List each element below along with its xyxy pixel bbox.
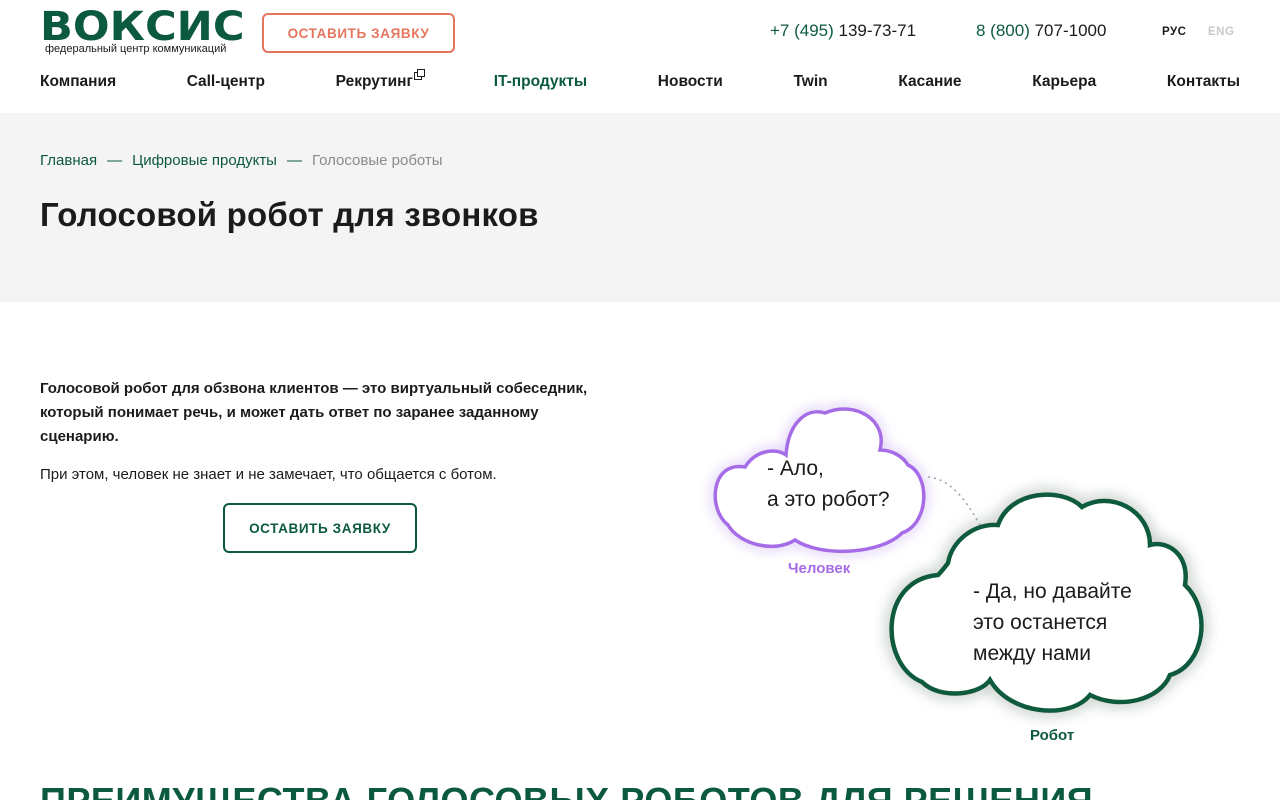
human-message-line: а это робот? xyxy=(767,488,890,511)
logo[interactable]: ВОКСИС федеральный центр коммуникаций xyxy=(40,4,252,58)
intro-bold-text: Голосовой робот для обзвона клиентов — э… xyxy=(40,380,588,445)
nav-twin[interactable]: Twin xyxy=(793,73,827,95)
robot-message: - Да, но давайте это останется между нам… xyxy=(973,576,1132,669)
phone-tollfree[interactable]: 8 (800) 707-1000 xyxy=(976,21,1106,41)
request-button-header[interactable]: ОСТАВИТЬ ЗАЯВКУ xyxy=(262,13,455,53)
human-message-line: - Ало, xyxy=(767,457,824,480)
dialog-illustration: - Ало, а это робот? Человек - Да, но дав… xyxy=(690,395,1250,760)
nav-touch[interactable]: Касание xyxy=(898,73,961,95)
page-title: Голосовой робот для звонков xyxy=(40,196,539,233)
main-nav: Компания Call-центр Рекрутинг IT-продукт… xyxy=(40,69,1240,95)
phone-moscow[interactable]: +7 (495) 139-73-71 xyxy=(770,21,916,41)
breadcrumb-separator: — xyxy=(286,152,302,169)
breadcrumb-home[interactable]: Главная xyxy=(40,152,97,169)
phone-moscow-code: +7 (495) xyxy=(770,21,834,40)
hero-band: Главная — Цифровые продукты — Голосовые робо… xyxy=(0,113,1280,302)
robot-message-line: это останется xyxy=(973,611,1108,634)
breadcrumb: Главная — Цифровые продукты — Голосовые робо… xyxy=(40,152,443,169)
clouds-svg xyxy=(713,407,1204,713)
nav-recruiting-label: Рекрутинг xyxy=(335,73,413,90)
nav-contacts[interactable]: Контакты xyxy=(1167,73,1240,95)
nav-news[interactable]: Новости xyxy=(658,73,723,95)
nav-career[interactable]: Карьера xyxy=(1032,73,1096,95)
site-header: ВОКСИС федеральный центр коммуникаций ОС… xyxy=(0,0,1280,113)
lang-en[interactable]: ENG xyxy=(1208,26,1234,38)
human-message: - Ало, а это робот? xyxy=(767,453,890,515)
nav-company[interactable]: Компания xyxy=(40,73,116,95)
dialog-connector xyxy=(927,476,983,530)
robot-message-line: - Да, но давайте xyxy=(973,580,1132,603)
nav-call-center[interactable]: Call-центр xyxy=(187,73,265,95)
breadcrumb-current: Голосовые роботы xyxy=(311,152,443,169)
phone-tollfree-number: 707-1000 xyxy=(1029,21,1107,40)
nav-it-products[interactable]: IT-продукты xyxy=(494,73,587,95)
robot-label: Робот xyxy=(1030,727,1075,744)
advantages-section-title: ПРЕИМУЩЕСТВА ГОЛОСОВЫХ РОБОТОВ ДЛЯ РЕШЕН… xyxy=(40,780,1093,800)
external-link-icon xyxy=(414,69,425,80)
phone-moscow-number: 139-73-71 xyxy=(833,21,917,40)
human-label: Человек xyxy=(788,560,851,577)
lang-ru[interactable]: РУС xyxy=(1162,26,1186,38)
intro-regular-text: При этом, человек не знает и не замечает… xyxy=(40,466,497,483)
robot-message-line: между нами xyxy=(973,642,1091,665)
logo-subtitle: федеральный центр коммуникаций xyxy=(45,43,227,55)
phone-tollfree-code: 8 (800) xyxy=(976,21,1030,40)
breadcrumb-digital-products[interactable]: Цифровые продукты xyxy=(132,152,277,169)
request-button-main[interactable]: ОСТАВИТЬ ЗАЯВКУ xyxy=(223,503,417,553)
nav-recruiting[interactable]: Рекрутинг xyxy=(335,69,425,95)
breadcrumb-separator: — xyxy=(107,152,123,169)
